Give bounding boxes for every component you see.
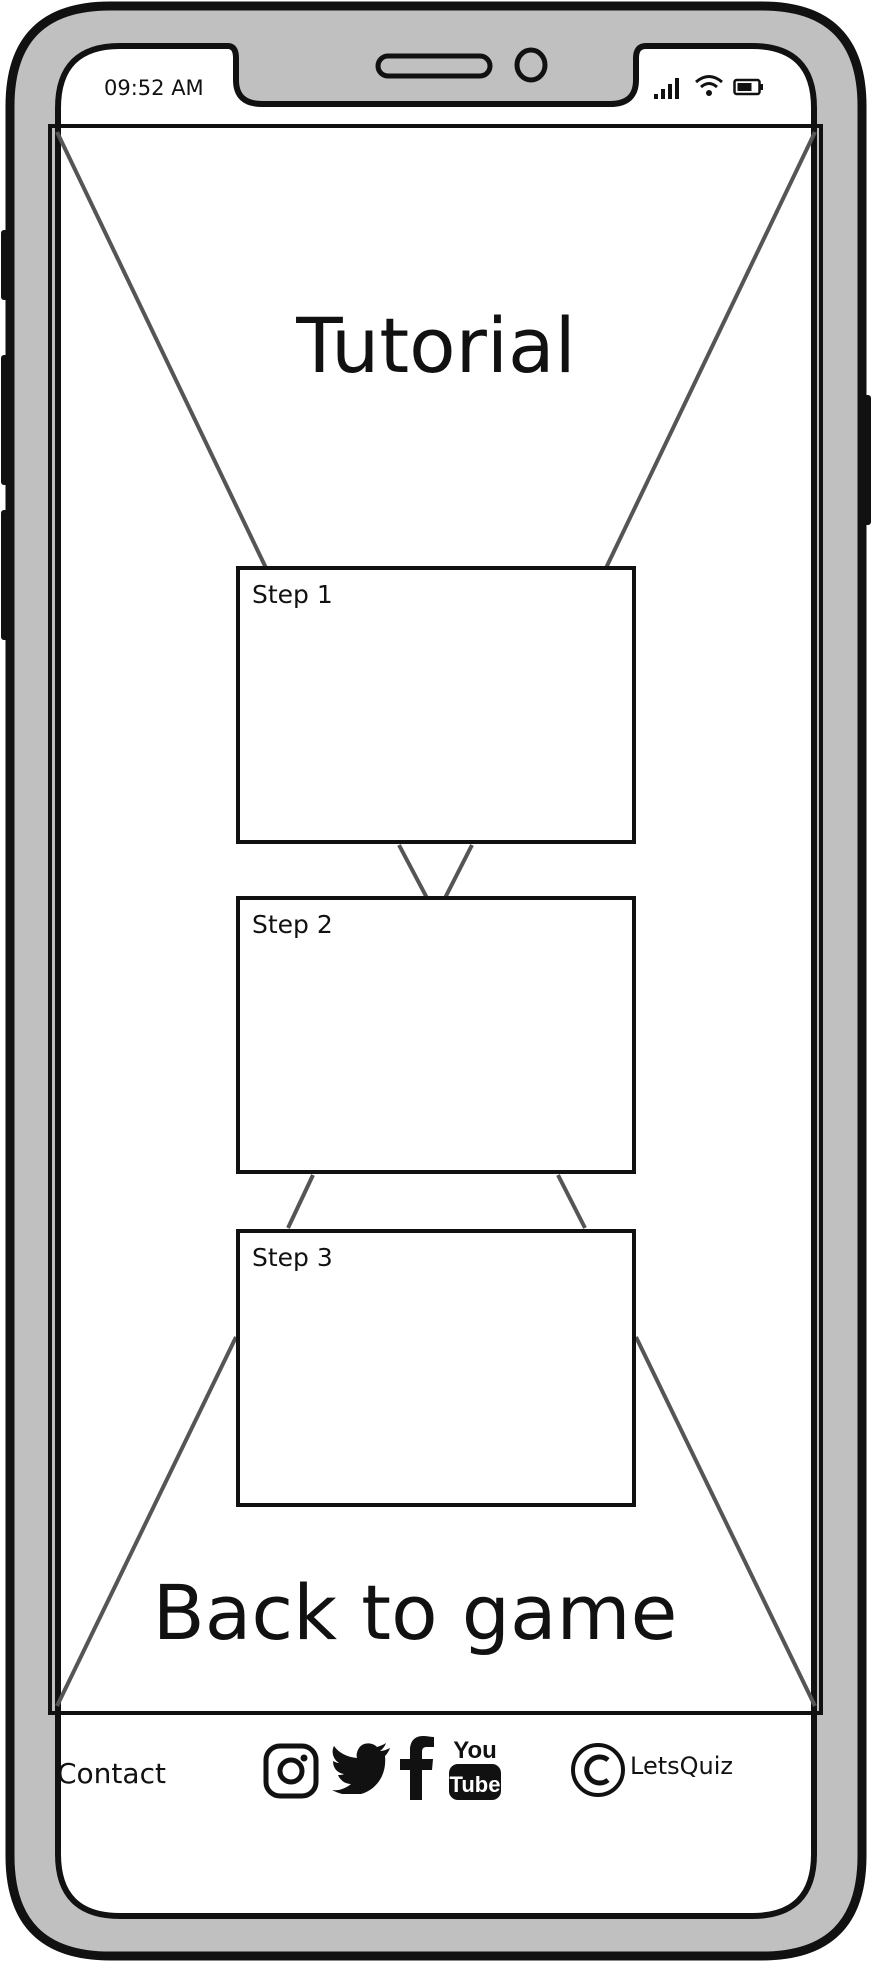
svg-text:You: You: [453, 1737, 497, 1764]
step-2-card[interactable]: [236, 896, 636, 1174]
front-camera: [514, 47, 548, 83]
back-to-game-button[interactable]: Back to game: [0, 1575, 830, 1651]
instagram-icon[interactable]: [262, 1742, 320, 1800]
phone-frame: [1, 1, 871, 1961]
step-2-label: Step 2: [252, 910, 333, 939]
step-3-label: Step 3: [252, 1243, 333, 1272]
speaker-grille: [375, 53, 493, 79]
step-1-card[interactable]: [236, 566, 636, 844]
page-title: Tutorial: [296, 301, 576, 390]
youtube-icon[interactable]: You Tube: [446, 1734, 504, 1804]
status-time: 09:52 AM: [104, 76, 204, 100]
svg-text:Tube: Tube: [450, 1772, 501, 1797]
step-1-label: Step 1: [252, 580, 333, 609]
brand-name: LetsQuiz: [630, 1752, 733, 1780]
battery-icon: [733, 78, 763, 96]
step-3-card[interactable]: [236, 1229, 636, 1507]
contact-link[interactable]: Contact: [57, 1760, 166, 1788]
facebook-icon[interactable]: [400, 1736, 434, 1800]
wifi-icon: [695, 75, 723, 96]
twitter-icon[interactable]: [332, 1742, 392, 1794]
copyright-icon: [571, 1743, 625, 1797]
signal-icon: [654, 78, 679, 99]
